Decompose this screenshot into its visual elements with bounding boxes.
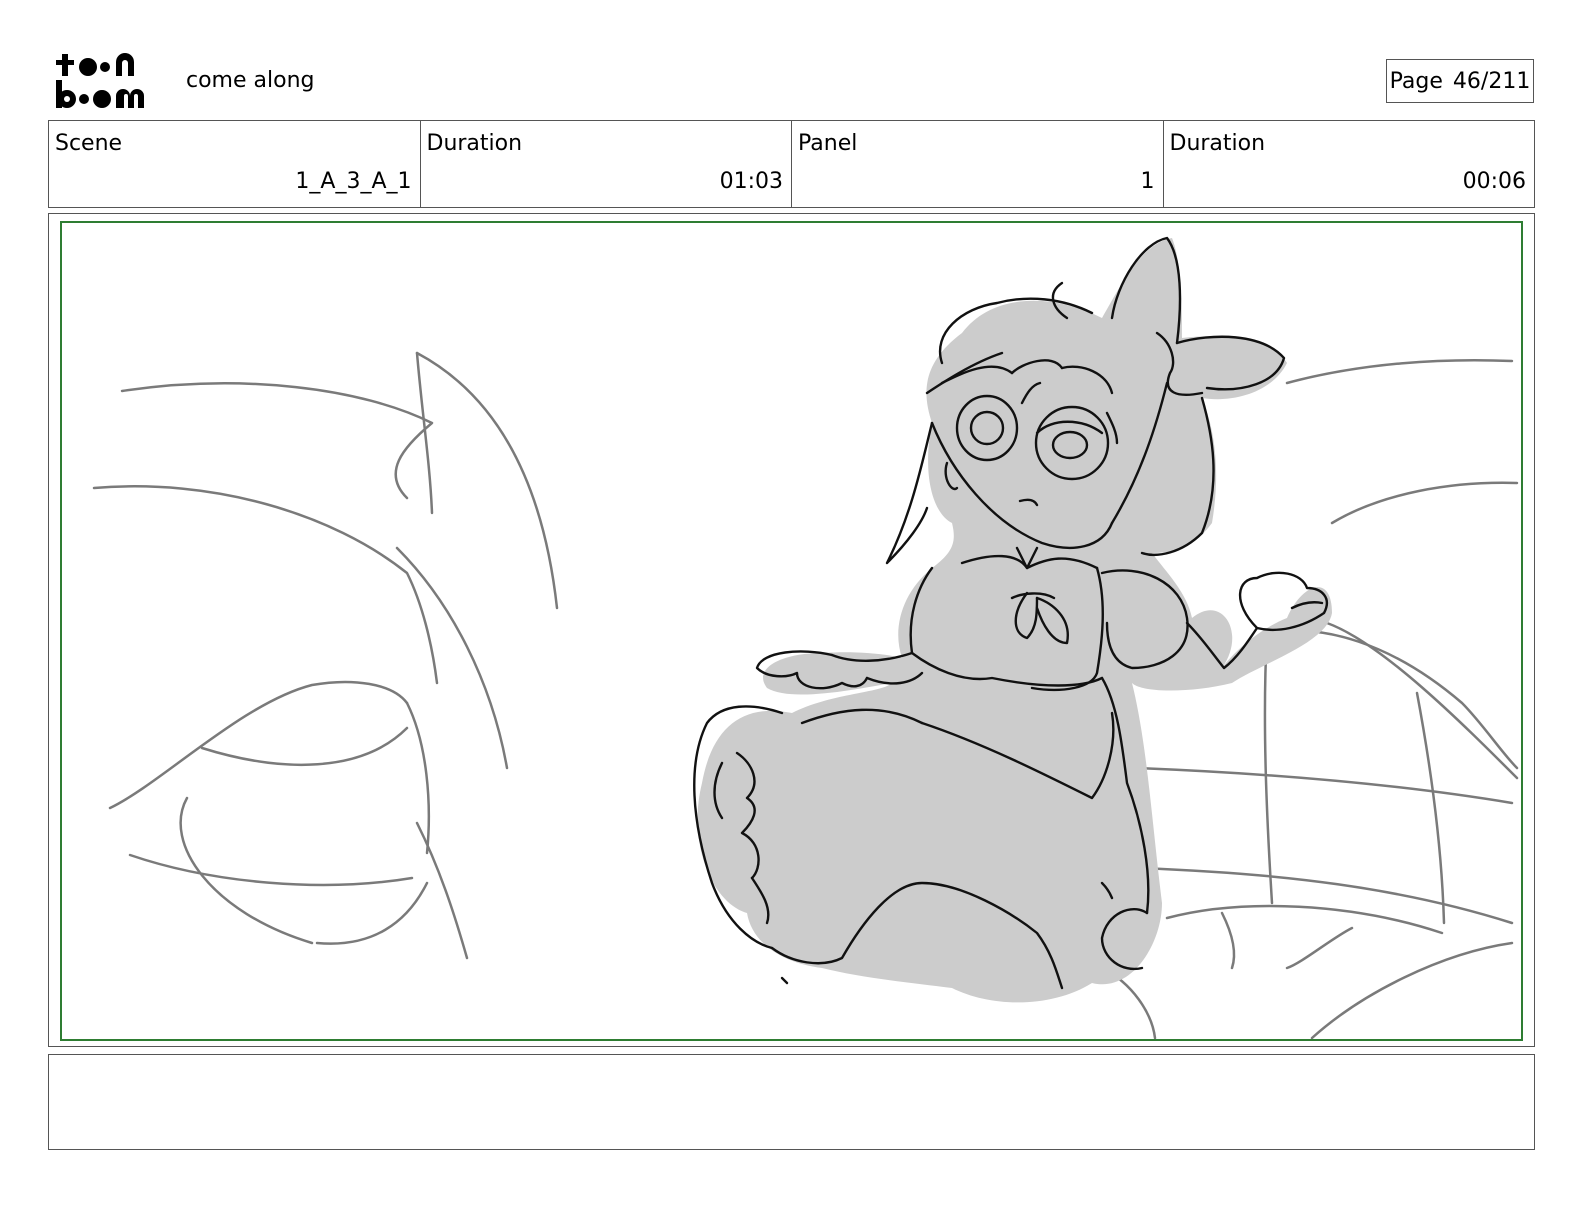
scene-label: Scene — [55, 131, 123, 156]
panel-value: 1 — [1140, 169, 1155, 194]
toon-boom-logo — [56, 53, 144, 108]
storyboard-sketch — [92, 236, 1519, 1039]
panel-notes-box — [48, 1054, 1535, 1150]
page-number: 46/211 — [1452, 68, 1531, 94]
scene-duration-cell: Duration 01:03 — [419, 121, 792, 207]
panel-label: Panel — [798, 131, 858, 156]
panel-image — [60, 221, 1523, 1041]
scene-info-table: Scene 1_A_3_A_1 Duration 01:03 Panel 1 D… — [48, 120, 1535, 208]
panel-cell: Panel 1 — [791, 121, 1163, 207]
panel-duration-cell: Duration 00:06 — [1162, 121, 1535, 207]
panel-duration-label: Duration — [1169, 131, 1266, 156]
scene-cell: Scene 1_A_3_A_1 — [49, 121, 420, 207]
panel-duration-value: 00:06 — [1462, 169, 1526, 194]
scene-duration-label: Duration — [426, 131, 523, 156]
scene-value: 1_A_3_A_1 — [295, 169, 412, 194]
page-indicator: Page 46/211 — [1386, 59, 1534, 103]
page-label: Page — [1389, 68, 1443, 94]
project-title: come along — [186, 68, 315, 93]
scene-duration-value: 01:03 — [719, 169, 783, 194]
